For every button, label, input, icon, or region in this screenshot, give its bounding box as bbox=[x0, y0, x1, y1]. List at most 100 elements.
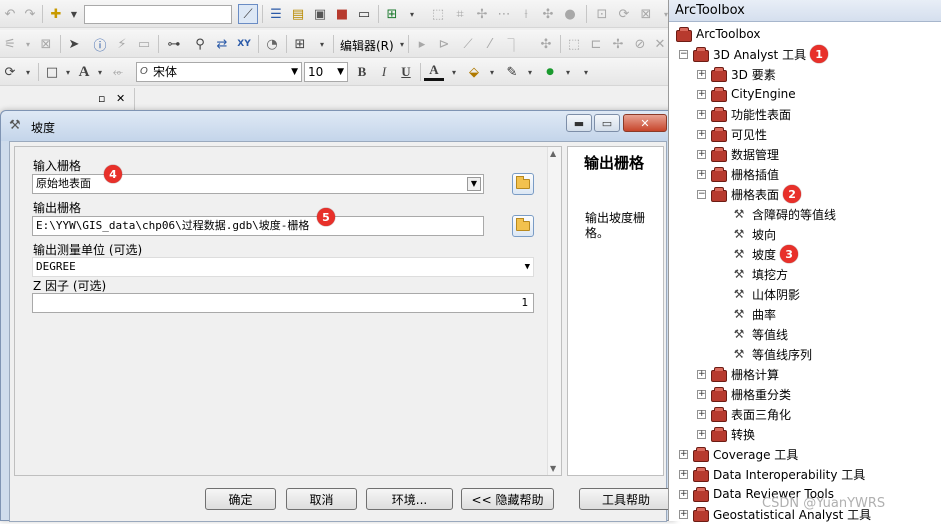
topology-icon[interactable]: ⊡ bbox=[592, 4, 612, 24]
reshape-icon[interactable]: ✣ bbox=[538, 4, 558, 24]
editor-menu[interactable]: 编辑器(R) bbox=[340, 37, 394, 54]
split-tool-icon[interactable]: ⊘ bbox=[630, 34, 650, 54]
expand-icon[interactable]: + bbox=[679, 469, 688, 479]
toolbar-overflow-icon[interactable]: ▾ bbox=[576, 62, 596, 82]
tool-item[interactable]: ⚒ 等值线序列 bbox=[731, 344, 812, 364]
tool-item[interactable]: ⚒ 填挖方 bbox=[731, 264, 788, 284]
edit-text-icon[interactable]: ⬰ bbox=[108, 62, 128, 82]
marker-color-icon[interactable]: ● bbox=[540, 62, 560, 82]
model-builder-icon[interactable]: ⊞ bbox=[382, 4, 402, 24]
toolset-item[interactable]: + 数据管理 bbox=[697, 144, 779, 164]
edit-tool-icon[interactable]: ⋯ bbox=[494, 4, 514, 24]
redo-icon[interactable]: ↷ bbox=[20, 4, 40, 24]
line-color-dropdown-icon[interactable]: ▾ bbox=[520, 62, 540, 82]
output-raster-field[interactable]: E:\YYW\GIS_data\chp06\过程数据.gdb\坡度-栅格 bbox=[32, 216, 484, 236]
arctoolbox-icon[interactable]: ■ bbox=[332, 4, 352, 24]
expand-icon[interactable]: + bbox=[697, 69, 706, 79]
measure-icon[interactable]: ⊶ bbox=[164, 34, 184, 54]
font-size-combo[interactable]: 10 ▼ bbox=[304, 62, 348, 82]
tool-item[interactable]: ⚒ 等值线 bbox=[731, 324, 788, 344]
collapse-icon[interactable]: − bbox=[697, 189, 706, 199]
expand-icon[interactable]: + bbox=[697, 149, 706, 159]
toolbar-overflow-icon[interactable]: ▾ bbox=[402, 4, 422, 24]
time-slider-icon[interactable]: ◔ bbox=[262, 34, 282, 54]
expand-icon[interactable]: + bbox=[697, 109, 706, 119]
straight-segment-icon[interactable]: ⟋ bbox=[458, 34, 478, 54]
underline-button[interactable]: U bbox=[396, 62, 416, 82]
editor-toolbar-icon[interactable]: ⟋ bbox=[238, 4, 258, 24]
maximize-button[interactable]: ▭ bbox=[594, 114, 620, 132]
close-button[interactable]: ✕ bbox=[623, 114, 667, 132]
create-viewer-window-icon[interactable]: ⊞ bbox=[290, 34, 310, 54]
browse-input-button[interactable] bbox=[512, 173, 534, 195]
rotate-icon[interactable]: ✕ bbox=[650, 34, 670, 54]
select-elements-icon[interactable]: ➤ bbox=[64, 34, 84, 54]
font-color-dropdown-icon[interactable]: ▾ bbox=[444, 62, 464, 82]
clear-selection-icon[interactable]: ⊠ bbox=[36, 34, 56, 54]
expand-icon[interactable]: + bbox=[697, 369, 706, 379]
add-data-icon[interactable]: ✚ bbox=[46, 4, 66, 24]
environments-button[interactable]: 环境... bbox=[366, 488, 453, 510]
tool-item[interactable]: ⚒ 坡度 3 bbox=[731, 244, 799, 264]
add-data-dropdown-icon[interactable]: ▼ bbox=[64, 4, 84, 24]
ok-button[interactable]: 确定 bbox=[205, 488, 276, 510]
expand-icon[interactable]: + bbox=[697, 89, 706, 99]
toolset-item[interactable]: +3D 要素 bbox=[697, 64, 776, 84]
toolset-item[interactable]: + CityEngine bbox=[697, 84, 796, 104]
expand-icon[interactable]: + bbox=[679, 449, 688, 459]
tool-item[interactable]: ⚒ 曲率 bbox=[731, 304, 776, 324]
vertex-icon[interactable]: ⌗ bbox=[450, 4, 470, 24]
toolbar-overflow-icon[interactable]: ▾ bbox=[312, 34, 332, 54]
editor-menu-dropdown-icon[interactable]: ▾ bbox=[392, 34, 412, 54]
scroll-down-icon[interactable]: ▼ bbox=[550, 464, 556, 473]
edit-tool-icon[interactable]: ▸ bbox=[412, 34, 432, 54]
dialog-title-bar[interactable]: ⚒ 坡度 ▬ ▭ ✕ bbox=[1, 111, 675, 141]
find-icon[interactable]: ⚲ bbox=[190, 34, 210, 54]
endpoint-arc-icon[interactable]: ⁄ bbox=[480, 34, 500, 54]
toolset-item[interactable]: + 栅格插值 bbox=[697, 164, 779, 184]
close-icon[interactable]: ✕ bbox=[116, 92, 125, 105]
go-to-xy-icon[interactable]: XY bbox=[234, 34, 254, 54]
select-features-icon[interactable]: ⬚ bbox=[428, 4, 448, 24]
html-popup-icon[interactable]: ▭ bbox=[134, 34, 154, 54]
expand-icon[interactable]: + bbox=[697, 389, 706, 399]
z-factor-input[interactable]: 1 bbox=[32, 293, 534, 313]
expand-icon[interactable]: + bbox=[679, 509, 688, 519]
measurement-unit-select[interactable]: DEGREE ▼ bbox=[32, 257, 534, 277]
toolset-item[interactable]: + 功能性表面 bbox=[697, 104, 791, 124]
input-raster-field[interactable]: 原始地表面 ▼ bbox=[32, 174, 484, 194]
trace-icon[interactable]: ⟊ bbox=[516, 4, 536, 24]
pan-dropdown-icon[interactable]: ▾ bbox=[18, 34, 38, 54]
undo-icon[interactable]: ↶ bbox=[0, 4, 20, 24]
find-route-icon[interactable]: ⇄ bbox=[212, 34, 232, 54]
tool-help-button[interactable]: 工具帮助 bbox=[579, 488, 673, 510]
browse-output-button[interactable] bbox=[512, 215, 534, 237]
python-window-icon[interactable]: ▭ bbox=[354, 4, 374, 24]
edit-annotation-icon[interactable]: ⊳ bbox=[434, 34, 454, 54]
chevron-down-icon[interactable]: ▼ bbox=[467, 177, 481, 191]
bold-button[interactable]: B bbox=[352, 62, 372, 82]
collapse-icon[interactable]: − bbox=[679, 49, 688, 59]
tool-item[interactable]: ⚒ 含障碍的等值线 bbox=[731, 204, 836, 224]
trace-tool-icon[interactable]: ⏋ bbox=[504, 34, 524, 54]
delete-icon[interactable]: ⊠ bbox=[636, 4, 656, 24]
expand-icon[interactable]: + bbox=[697, 409, 706, 419]
cut-polygons-icon[interactable]: ✢ bbox=[608, 34, 628, 54]
hide-help-button[interactable]: << 隐藏帮助 bbox=[461, 488, 554, 510]
toolbox-item[interactable]: − 3D Analyst 工具 1 bbox=[679, 44, 829, 64]
expand-icon[interactable]: + bbox=[679, 489, 688, 499]
hyperlink-icon[interactable]: ⚡ bbox=[112, 34, 132, 54]
rotate-tool-icon[interactable]: ⟳ bbox=[0, 62, 20, 82]
refresh-icon[interactable]: ⟳ bbox=[614, 4, 634, 24]
drawing-dropdown-icon[interactable]: ▾ bbox=[18, 62, 38, 82]
auto-hide-icon[interactable]: ▫ bbox=[98, 92, 105, 105]
tool-item[interactable]: ⚒ 山体阴影 bbox=[731, 284, 800, 304]
toolset-item[interactable]: + 可见性 bbox=[697, 124, 767, 144]
toolset-item[interactable]: + 栅格重分类 bbox=[697, 384, 791, 404]
search-window-icon[interactable]: ▣ bbox=[310, 4, 330, 24]
catalog-icon[interactable]: ▤ bbox=[288, 4, 308, 24]
toolset-item[interactable]: + 栅格计算 bbox=[697, 364, 779, 384]
toolset-item[interactable]: + 转换 bbox=[697, 424, 755, 444]
expand-icon[interactable]: + bbox=[697, 429, 706, 439]
point-icon[interactable]: ✣ bbox=[536, 34, 556, 54]
